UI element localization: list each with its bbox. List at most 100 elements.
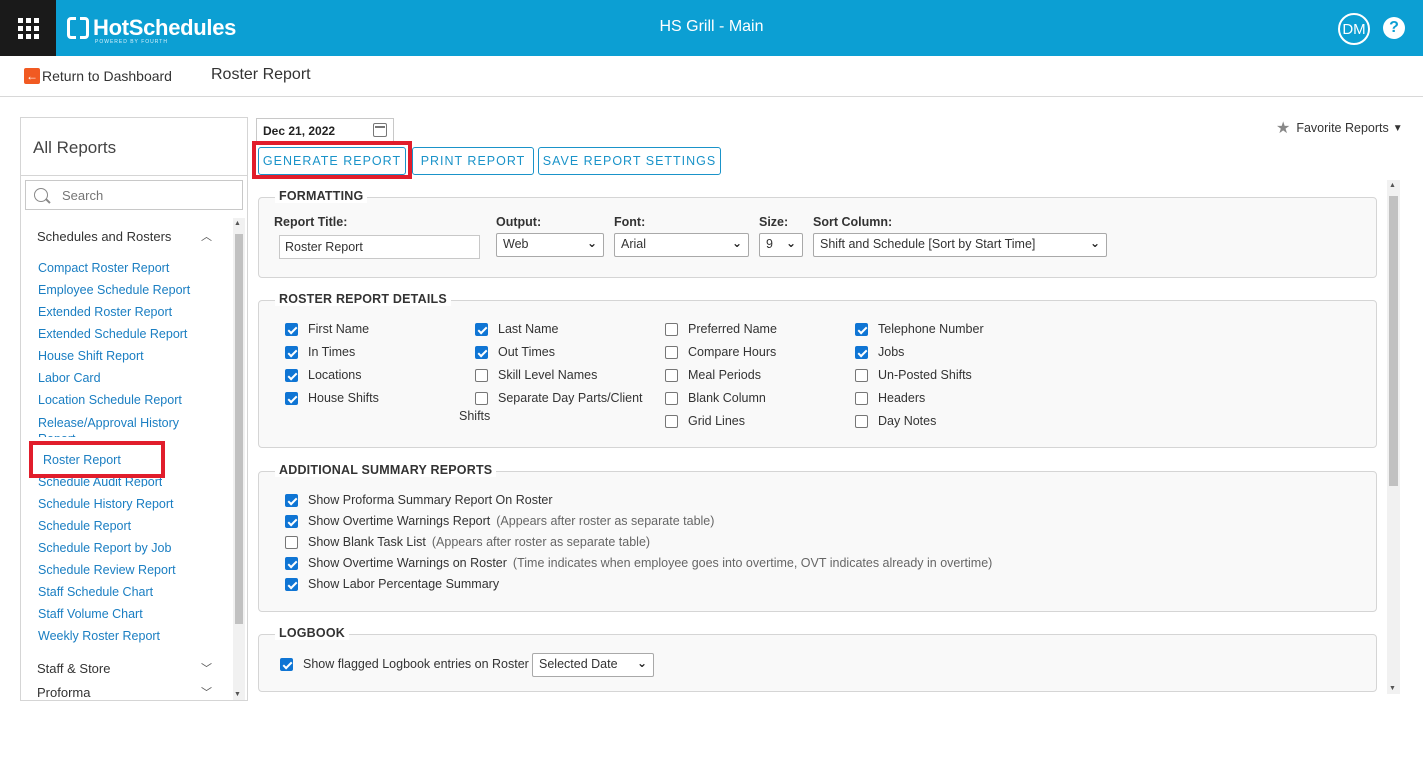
report-link[interactable]: House Shift Report — [38, 349, 144, 363]
report-link[interactable]: Schedule Report — [38, 519, 131, 533]
roster-option-checkbox-row[interactable]: Preferred Name — [665, 322, 777, 336]
summary-option-checkbox-row[interactable]: Show Overtime Warnings Report (Appears af… — [285, 514, 714, 528]
checkbox[interactable] — [285, 392, 298, 405]
roster-option-checkbox-row[interactable]: Day Notes — [855, 414, 936, 428]
search-box[interactable] — [25, 180, 243, 210]
checkbox[interactable] — [285, 346, 298, 359]
roster-option-checkbox-row[interactable]: Last Name — [475, 322, 558, 336]
summary-option-checkbox-row[interactable]: Show Proforma Summary Report On Roster — [285, 493, 553, 507]
roster-option-label: Last Name — [498, 322, 559, 336]
roster-option-checkbox-row[interactable]: Un-Posted Shifts — [855, 368, 972, 382]
scroll-down-icon[interactable]: ▼ — [1389, 685, 1396, 692]
content-scrollbar[interactable]: ▲ ▼ — [1387, 180, 1400, 694]
save-report-settings-button[interactable]: SAVE REPORT SETTINGS — [538, 147, 721, 175]
back-arrow-icon: ← — [24, 68, 40, 84]
summary-option-checkbox-row[interactable]: Show Overtime Warnings on Roster (Time in… — [285, 556, 992, 570]
checkbox[interactable] — [665, 415, 678, 428]
help-icon[interactable]: ? — [1383, 17, 1405, 39]
checkbox[interactable] — [285, 578, 298, 591]
size-select[interactable]: 9 ⌄ — [759, 233, 803, 257]
roster-option-checkbox-row[interactable]: Jobs — [855, 345, 904, 359]
logbook-checkbox-row[interactable]: Show flagged Logbook entries on Roster — [280, 657, 529, 671]
roster-option-checkbox-row[interactable]: Separate Day Parts/Client — [475, 391, 643, 405]
checkbox[interactable] — [280, 658, 293, 671]
checkbox[interactable] — [665, 392, 678, 405]
search-input[interactable] — [62, 187, 232, 203]
checkbox[interactable] — [855, 369, 868, 382]
checkbox[interactable] — [475, 369, 488, 382]
report-link[interactable]: Schedule History Report — [38, 497, 173, 511]
checkbox[interactable] — [475, 392, 488, 405]
report-link[interactable]: Location Schedule Report — [38, 393, 182, 407]
checkbox[interactable] — [285, 557, 298, 570]
print-report-button[interactable]: PRINT REPORT — [412, 147, 534, 175]
roster-option-checkbox-row[interactable]: Locations — [285, 368, 362, 382]
report-link[interactable]: Staff Schedule Chart — [38, 585, 153, 599]
report-link[interactable]: Schedule Report by Job — [38, 541, 171, 555]
checkbox[interactable] — [665, 369, 678, 382]
roster-option-checkbox-row[interactable]: First Name — [285, 322, 369, 336]
report-link[interactable]: Employee Schedule Report — [38, 283, 190, 297]
report-link[interactable]: Labor Card — [38, 371, 101, 385]
checkbox[interactable] — [285, 515, 298, 528]
report-link[interactable]: Extended Schedule Report — [38, 327, 187, 341]
roster-option-checkbox-row[interactable]: Compare Hours — [665, 345, 776, 359]
chevron-down-icon[interactable]: ﹀ — [201, 684, 212, 700]
report-link[interactable]: Release/Approval History Report — [38, 415, 208, 437]
checkbox[interactable] — [855, 392, 868, 405]
summary-option-label: Show Overtime Warnings on Roster — [308, 556, 507, 570]
checkbox[interactable] — [855, 323, 868, 336]
report-title-input[interactable]: Roster Report — [279, 235, 480, 259]
report-link[interactable]: Compact Roster Report — [38, 261, 169, 275]
chevron-down-icon[interactable]: ﹀ — [201, 660, 212, 676]
favorite-reports-menu[interactable]: ★ Favorite Reports ▼ — [1276, 118, 1403, 138]
roster-option-checkbox-row[interactable]: Meal Periods — [665, 368, 761, 382]
checkbox[interactable] — [285, 536, 298, 549]
scroll-down-icon[interactable]: ▼ — [234, 691, 241, 698]
checkbox[interactable] — [285, 369, 298, 382]
search-icon — [34, 188, 48, 202]
checkbox[interactable] — [475, 346, 488, 359]
category-schedules-and-rosters[interactable]: Schedules and Rosters — [37, 229, 171, 244]
logbook-date-select[interactable]: Selected Date ⌄ — [532, 653, 654, 677]
report-link[interactable]: Staff Volume Chart — [38, 607, 143, 621]
sidebar-title: All Reports — [33, 138, 117, 157]
roster-option-label: Telephone Number — [878, 322, 984, 336]
font-select[interactable]: Arial ⌄ — [614, 233, 749, 257]
summary-option-checkbox-row[interactable]: Show Blank Task List (Appears after roste… — [285, 535, 650, 549]
checkbox[interactable] — [855, 346, 868, 359]
scroll-up-icon[interactable]: ▲ — [1389, 182, 1396, 189]
roster-option-checkbox-row[interactable]: Out Times — [475, 345, 555, 359]
output-select[interactable]: Web ⌄ — [496, 233, 604, 257]
sidebar-scrollbar[interactable]: ▲ ▼ — [233, 218, 245, 700]
roster-option-checkbox-row[interactable]: Skill Level Names — [475, 368, 597, 382]
report-link[interactable]: Weekly Roster Report — [38, 629, 160, 643]
sort-column-select[interactable]: Shift and Schedule [Sort by Start Time] ⌄ — [813, 233, 1107, 257]
store-title: HS Grill - Main — [659, 18, 764, 35]
return-to-dashboard-link[interactable]: ← Return to Dashboard — [24, 68, 172, 84]
checkbox[interactable] — [285, 323, 298, 336]
checkbox[interactable] — [475, 323, 488, 336]
roster-option-checkbox-row[interactable]: Grid Lines — [665, 414, 745, 428]
roster-option-checkbox-row[interactable]: Blank Column — [665, 391, 766, 405]
calendar-icon[interactable] — [373, 123, 387, 137]
scroll-up-icon[interactable]: ▲ — [234, 220, 241, 227]
roster-option-checkbox-row[interactable]: Headers — [855, 391, 925, 405]
report-link[interactable]: Extended Roster Report — [38, 305, 172, 319]
chevron-up-icon[interactable]: ︿ — [201, 228, 212, 244]
star-icon: ★ — [1276, 120, 1291, 137]
roster-option-checkbox-row[interactable]: House Shifts — [285, 391, 379, 405]
roster-option-checkbox-row[interactable]: In Times — [285, 345, 355, 359]
report-link[interactable]: Schedule Review Report — [38, 563, 176, 577]
checkbox[interactable] — [665, 323, 678, 336]
checkbox[interactable] — [665, 346, 678, 359]
output-label: Output: — [496, 215, 542, 229]
category-proforma[interactable]: Proforma — [37, 685, 90, 700]
checkbox[interactable] — [855, 415, 868, 428]
sort-value: Shift and Schedule [Sort by Start Time] — [820, 237, 1036, 251]
category-staff-and-store[interactable]: Staff & Store — [37, 661, 110, 676]
avatar[interactable]: DM — [1338, 13, 1370, 45]
summary-option-checkbox-row[interactable]: Show Labor Percentage Summary — [285, 577, 499, 591]
checkbox[interactable] — [285, 494, 298, 507]
roster-option-checkbox-row[interactable]: Telephone Number — [855, 322, 984, 336]
